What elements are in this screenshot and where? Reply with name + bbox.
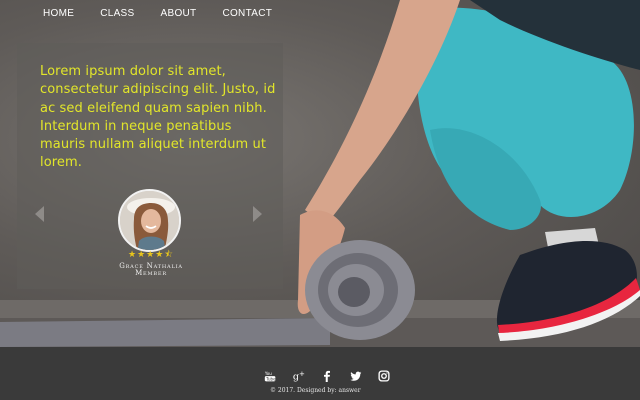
- instagram-icon[interactable]: [376, 368, 392, 384]
- star-icon: ★: [155, 250, 164, 260]
- nav-class[interactable]: CLASS: [100, 8, 134, 20]
- svg-text:+: +: [299, 370, 305, 378]
- star-half-icon: ⯪: [164, 250, 173, 260]
- facebook-icon[interactable]: [319, 368, 335, 384]
- nav-home[interactable]: HOME: [43, 8, 74, 20]
- svg-text:You: You: [264, 370, 272, 375]
- star-icon: ★: [137, 250, 146, 260]
- star-icon: ★: [146, 250, 155, 260]
- google-plus-icon[interactable]: g +: [291, 368, 307, 384]
- star-icon: ★: [128, 250, 137, 260]
- star-rating: ★ ★ ★ ★ ⯪: [128, 250, 174, 260]
- testimonial-quote: Lorem ipsum dolor sit amet, consectetur …: [40, 64, 276, 171]
- youtube-icon[interactable]: You Tube: [262, 368, 278, 384]
- avatar: [118, 189, 181, 252]
- nav-about[interactable]: ABOUT: [161, 8, 197, 20]
- copyright-text: © 2017. Designed by: answer: [270, 387, 361, 394]
- social-links: You Tube g +: [262, 368, 405, 384]
- testimonial-role: Member: [135, 269, 167, 277]
- chevron-left-icon[interactable]: [33, 205, 47, 223]
- twitter-icon[interactable]: [348, 368, 364, 384]
- svg-text:Tube: Tube: [265, 376, 276, 381]
- nav-contact[interactable]: CONTACT: [222, 8, 272, 20]
- chevron-right-icon[interactable]: [250, 205, 264, 223]
- main-nav: HOME CLASS ABOUT CONTACT: [43, 8, 272, 20]
- svg-text:g: g: [292, 372, 298, 383]
